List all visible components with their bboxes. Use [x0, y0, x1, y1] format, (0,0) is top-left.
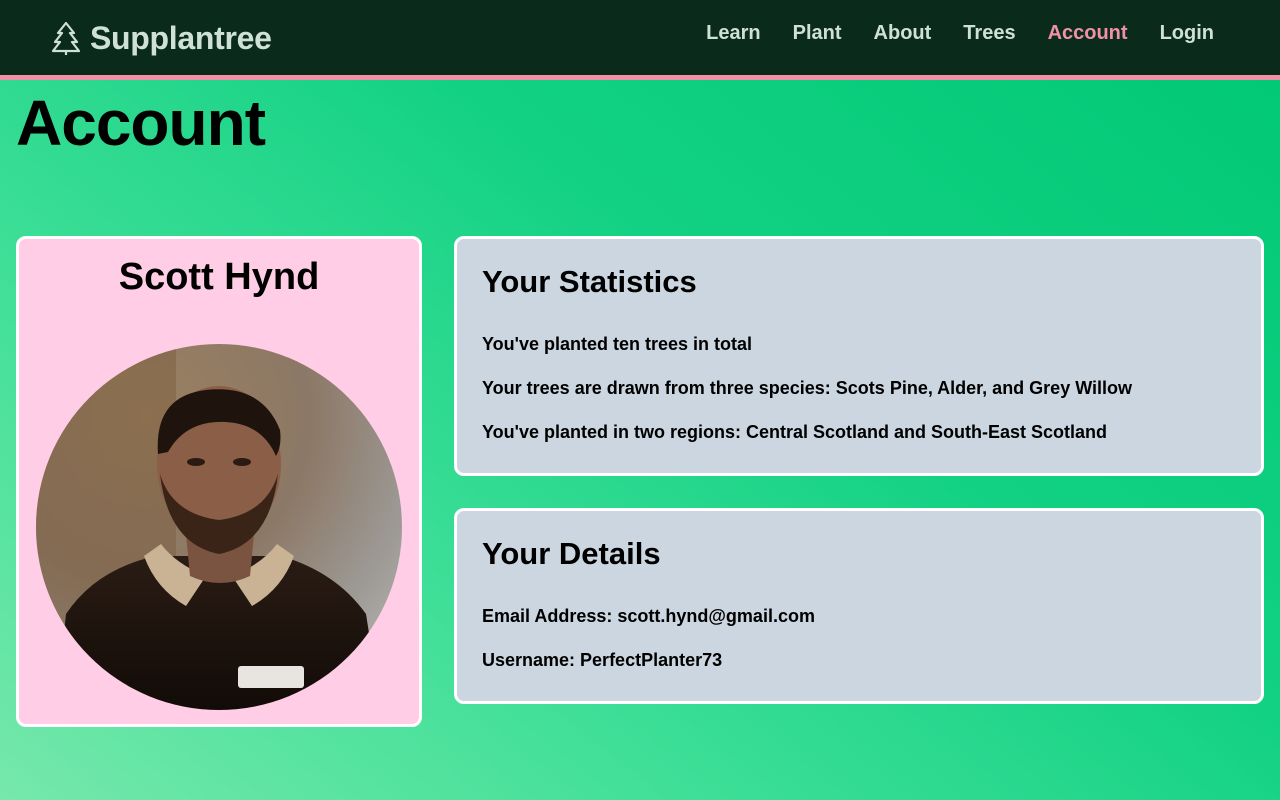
nav-link-learn[interactable]: Learn — [706, 22, 760, 45]
nav-link-login[interactable]: Login — [1160, 22, 1214, 45]
statistics-list: You've planted ten trees in total Your t… — [482, 333, 1132, 465]
page-title: Account — [16, 87, 266, 159]
details-email: Email Address: scott.hynd@gmail.com — [482, 606, 815, 626]
statistics-panel: Your Statistics You've planted ten trees… — [454, 236, 1264, 476]
statistics-heading: Your Statistics — [482, 264, 697, 299]
profile-card: Scott Hynd — [16, 236, 422, 727]
statistics-regions: You've planted in two regions: Central S… — [482, 422, 1107, 442]
top-navbar: Supplantree Learn Plant About Trees Acco… — [0, 0, 1280, 80]
nav-link-plant[interactable]: Plant — [793, 22, 842, 45]
details-heading: Your Details — [482, 536, 661, 571]
details-username: Username: PerfectPlanter73 — [482, 650, 723, 670]
nav-link-about[interactable]: About — [874, 22, 932, 45]
avatar — [36, 344, 402, 710]
nav-links: Learn Plant About Trees Account Login — [706, 22, 1214, 45]
details-panel: Your Details Email Address: scott.hynd@g… — [454, 508, 1264, 704]
statistics-species: Your trees are drawn from three species:… — [482, 378, 1133, 398]
profile-name: Scott Hynd — [118, 256, 320, 298]
brand-home-link[interactable]: Supplantree — [52, 18, 272, 58]
avatar-photo — [36, 344, 402, 710]
tree-icon — [52, 21, 80, 55]
details-list: Email Address: scott.hynd@gmail.com User… — [482, 605, 815, 693]
brand-name: Supplantree — [90, 19, 272, 56]
nav-link-account[interactable]: Account — [1048, 22, 1128, 45]
nav-link-trees[interactable]: Trees — [963, 22, 1015, 45]
statistics-total-trees: You've planted ten trees in total — [482, 334, 752, 354]
